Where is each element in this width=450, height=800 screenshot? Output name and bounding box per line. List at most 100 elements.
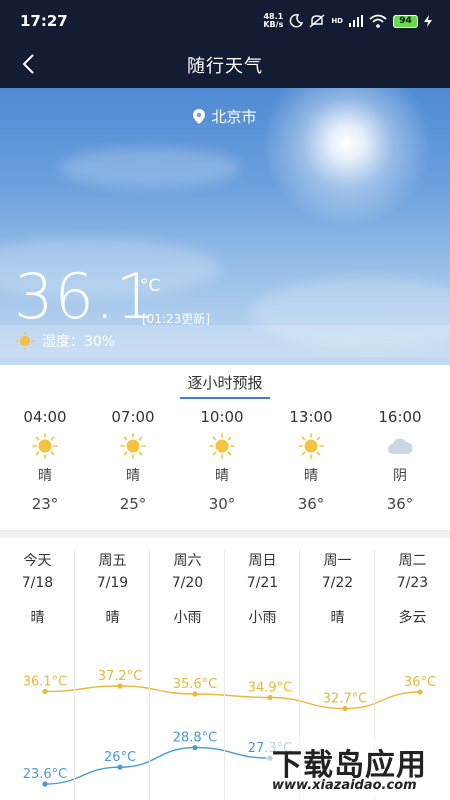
low-temp-label: 28.8°C <box>173 731 218 746</box>
high-temp-point <box>417 689 423 695</box>
high-temp-label: 32.7°C <box>323 692 368 707</box>
column-divider <box>74 550 75 800</box>
title-bar: 随行天气 <box>0 40 450 88</box>
day-date: 7/23 <box>396 575 429 591</box>
daily-item[interactable]: 周五 7/19 晴 <box>75 550 150 632</box>
hourly-condition: 晴 <box>304 468 318 484</box>
sun-icon <box>16 332 34 350</box>
daily-item[interactable]: 周六 7/20 小雨 <box>150 550 225 632</box>
low-temp-point <box>117 764 123 770</box>
high-temp-point <box>42 688 48 695</box>
day-condition: 晴 <box>105 610 120 626</box>
day-condition: 多云 <box>398 610 427 626</box>
signal-hd-label: HD <box>331 17 343 25</box>
status-icons: 48.1 KB/s HD 94 <box>263 10 432 32</box>
high-temp-point <box>267 694 273 701</box>
hourly-item: 07:00 晴 25° <box>88 405 178 519</box>
current-temperature: 36.1 <box>14 260 157 333</box>
hourly-time: 04:00 <box>23 408 67 426</box>
battery-indicator: 94 <box>393 14 418 28</box>
hourly-condition: 晴 <box>38 468 52 484</box>
day-condition: 晴 <box>30 610 45 626</box>
page-title: 随行天气 <box>187 56 263 77</box>
mute-icon <box>309 14 325 28</box>
status-time: 17:27 <box>20 12 68 30</box>
high-temp-label: 36°C <box>404 675 436 690</box>
daily-item[interactable]: 周一 7/22 晴 <box>300 550 375 632</box>
day-condition: 小雨 <box>248 610 277 626</box>
day-name: 周二 <box>398 553 427 569</box>
low-temp-label: 23.6°C <box>23 767 68 782</box>
temperature-unit: °C <box>140 276 161 296</box>
low-temp-point <box>42 781 48 787</box>
network-speed-unit: KB/s <box>263 20 284 29</box>
hourly-temperature: 23° <box>31 495 59 513</box>
day-condition: 晴 <box>330 610 345 626</box>
hourly-time: 10:00 <box>200 408 244 426</box>
section-divider <box>0 530 450 538</box>
hourly-condition: 阴 <box>393 468 407 484</box>
hourly-item: 16:00 阴 36° <box>355 405 445 519</box>
column-divider <box>224 550 225 800</box>
tab-hourly-forecast[interactable]: 逐小时预报 <box>180 372 270 399</box>
high-temp-point <box>342 705 348 712</box>
sun-icon <box>266 429 356 463</box>
sun-icon <box>177 429 267 463</box>
hourly-condition: 晴 <box>215 468 229 484</box>
daily-item[interactable]: 周日 7/21 小雨 <box>225 550 300 632</box>
high-temp-label: 35.6°C <box>173 677 218 692</box>
hourly-item: 10:00 晴 30° <box>177 405 267 519</box>
day-name: 周日 <box>248 553 277 569</box>
humidity-text: 湿度：30% <box>42 334 116 350</box>
high-temp-point <box>117 683 123 689</box>
moon-icon <box>290 14 304 28</box>
column-divider <box>149 550 150 800</box>
day-name: 周一 <box>323 553 352 569</box>
cloud-icon <box>355 429 445 463</box>
hourly-forecast: 04:00 晴 23° 07:00 晴 25° 10:00 晴 30° 13:00 晴 36° 16:0… <box>0 405 450 520</box>
high-temp-point <box>192 691 198 697</box>
hourly-item: 04:00 晴 23° <box>0 405 90 519</box>
low-temp-line <box>44 746 271 785</box>
high-temp-label: 36.1°C <box>23 675 68 690</box>
sun-icon <box>0 429 90 463</box>
charging-icon <box>424 15 432 27</box>
cell-signal-icon <box>349 15 363 27</box>
low-temp-label: 26°C <box>104 750 136 765</box>
hourly-item: 13:00 晴 36° <box>266 405 356 519</box>
location[interactable]: 北京市 <box>0 106 450 127</box>
low-temp-point <box>192 745 198 751</box>
high-temp-label: 37.2°C <box>98 669 143 684</box>
day-date: 7/18 <box>21 575 54 591</box>
day-date: 7/19 <box>96 575 129 591</box>
hourly-condition: 晴 <box>126 468 140 484</box>
daily-item[interactable]: 今天 7/18 晴 <box>0 550 75 632</box>
location-name: 北京市 <box>211 108 257 126</box>
hourly-time: 13:00 <box>289 408 333 426</box>
sun-icon <box>88 429 178 463</box>
high-temp-label: 34.9°C <box>248 681 293 696</box>
hourly-temperature: 36° <box>297 495 325 513</box>
day-name: 今天 <box>23 553 52 569</box>
hourly-temperature: 30° <box>208 495 236 513</box>
hourly-time: 07:00 <box>111 408 155 426</box>
day-name: 周六 <box>173 553 202 569</box>
watermark-url: www.xiazaidao.com <box>272 778 417 793</box>
humidity-bar: 湿度：30% <box>0 325 450 357</box>
day-date: 7/21 <box>246 575 279 591</box>
site-watermark: 下载岛应用 www.xiazaidao.com <box>266 738 448 798</box>
current-weather-panel: 北京市 36.1 °C [01:23更新] 湿度：30% <box>0 88 450 365</box>
day-condition: 小雨 <box>173 610 202 626</box>
hourly-time: 16:00 <box>378 408 422 426</box>
hourly-temperature: 25° <box>119 495 147 513</box>
status-bar: 17:27 48.1 KB/s HD 94 <box>0 0 450 40</box>
wifi-icon <box>369 14 387 28</box>
day-date: 7/22 <box>321 575 354 591</box>
location-pin-icon <box>193 109 206 124</box>
hourly-temperature: 36° <box>386 495 414 513</box>
day-date: 7/20 <box>171 575 204 591</box>
cloud-wisp <box>60 148 240 188</box>
daily-item[interactable]: 周二 7/23 多云 <box>375 550 450 632</box>
day-name: 周五 <box>98 553 127 569</box>
network-speed: 48.1 KB/s <box>263 13 283 29</box>
